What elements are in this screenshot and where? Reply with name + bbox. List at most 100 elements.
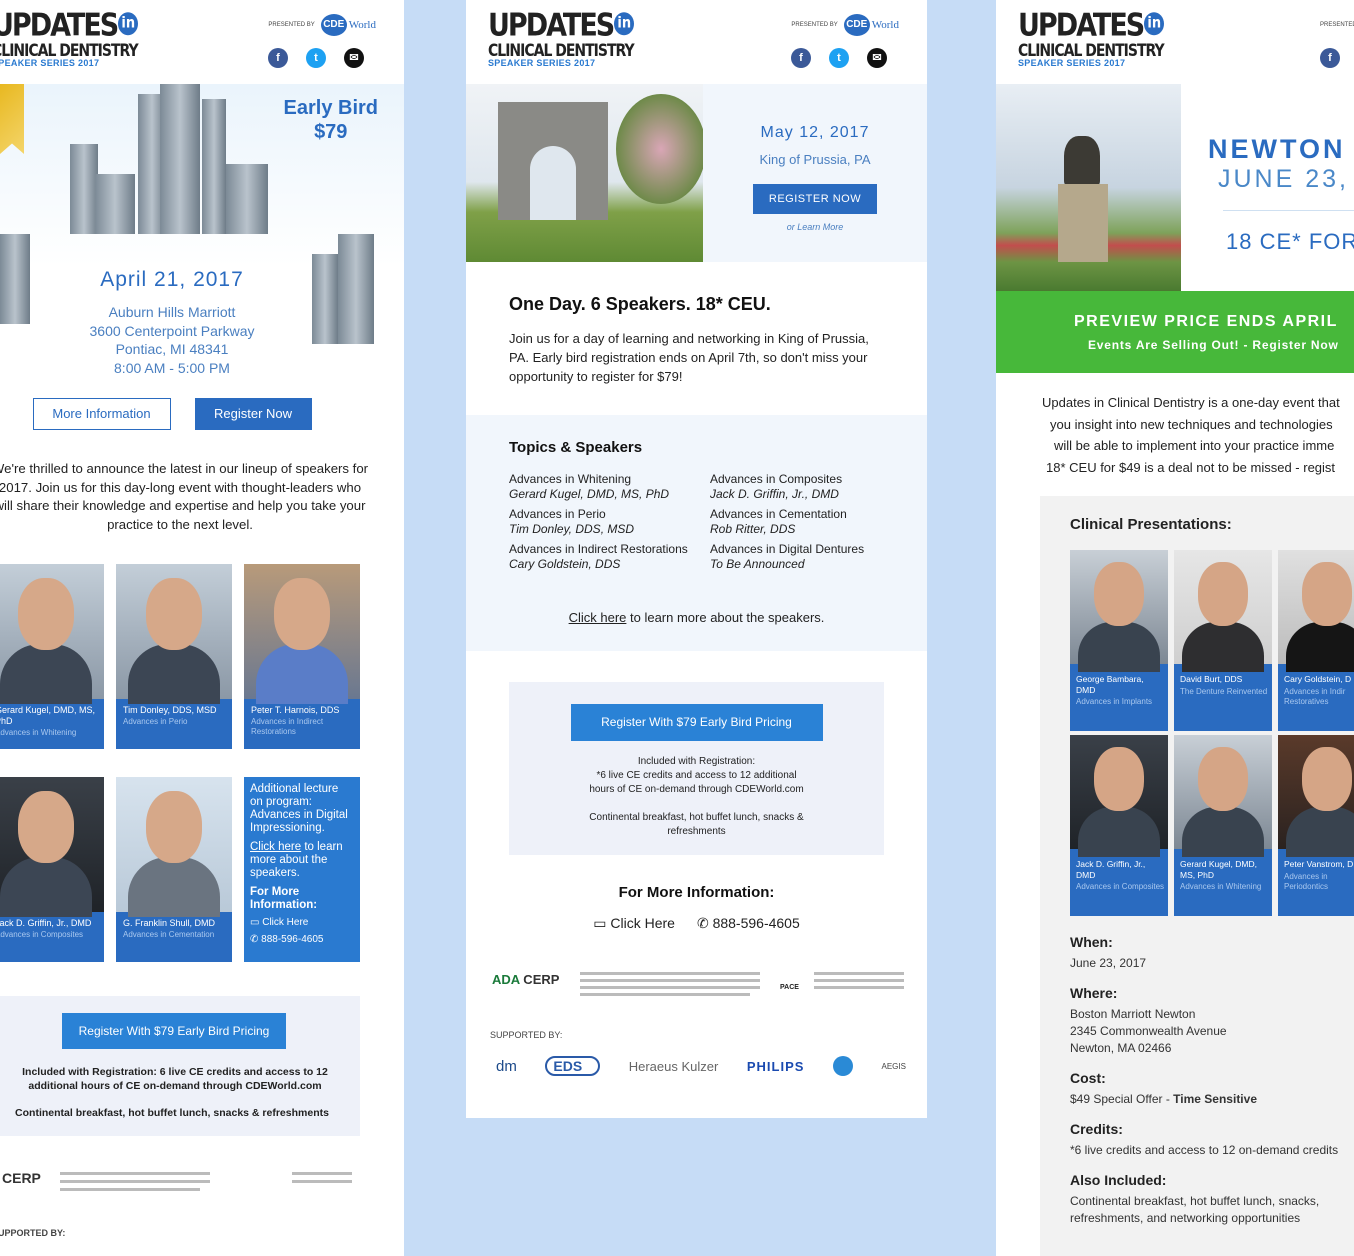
topic-item: Advances in Composites Jack D. Griffin, J… [710, 472, 890, 502]
cost-value: $49 Special Offer - [1070, 1092, 1174, 1106]
fine-print [60, 1180, 210, 1183]
address-line: 3600 Centerpoint Parkway [89, 322, 255, 339]
fine-print [580, 986, 760, 989]
suit [1078, 622, 1160, 672]
logo-subtitle: CLINICAL DENTISTRY [1018, 41, 1165, 61]
logo-in-badge: in [1144, 12, 1165, 36]
intro-text: We're thrilled to announce the latest in… [0, 461, 369, 532]
facebook-icon[interactable]: f [268, 48, 288, 68]
clinical-presentations: Clinical Presentations: George Bambara, … [1040, 496, 1354, 1256]
phone-row[interactable]: ✆ 888-596-4605 [250, 933, 354, 946]
presented-by-label: PRESENTED BY [1320, 22, 1354, 28]
speaker-topic: Advances in Composites [0, 930, 84, 939]
suit [1078, 807, 1160, 857]
speaker-card[interactable]: Gerard Kugel, DMD, MS, PhD Advances in Wh… [1174, 735, 1272, 916]
speaker-card[interactable]: Gerard Kugel, DMD, MS, PhD Advances in Wh… [0, 564, 104, 749]
ada-text: ADA [492, 972, 520, 987]
email-icon[interactable]: ✉ [344, 48, 364, 68]
speaker-card[interactable]: G. Franklin Shull, DMD Advances in Cement… [116, 777, 232, 962]
click-here-link[interactable]: Click here [569, 610, 627, 625]
speakers-link-line: Click here to learn more about the speak… [509, 610, 884, 625]
speaker-photo [1278, 550, 1354, 672]
topic-name: Advances in Perio [509, 507, 606, 521]
breakfast-line: Continental breakfast, hot buffet lunch,… [589, 812, 804, 823]
email-header: UPDATES in CLINICAL DENTISTRY SPEAKER SER… [466, 0, 927, 84]
where-block: Where: Boston Marriott Newton 2345 Commonw… [1070, 985, 1227, 1057]
facebook-icon[interactable]: f [1320, 48, 1340, 68]
sponsor-logos: dm EDS Heraeus Kulzer PHILIPS AEGIS [496, 1056, 906, 1076]
speaker-card[interactable]: Jack D. Griffin, Jr., DMD Advances in Com… [0, 777, 104, 962]
monitor-icon: ▭ [250, 917, 260, 928]
register-early-bird-button[interactable]: Register With $79 Early Bird Pricing [62, 1013, 286, 1049]
presented-by: PRESENTED BY CDE World [268, 14, 376, 36]
head [1302, 747, 1352, 811]
speaker-photo [0, 777, 104, 917]
email-icon[interactable]: ✉ [867, 48, 887, 68]
register-now-button[interactable]: Register Now [194, 398, 312, 430]
accreditation-footer: ADA CERP PACE [492, 966, 904, 1010]
speaker-card[interactable]: Cary Goldstein, D Advances in Indir Resto… [1278, 550, 1354, 731]
topic-speaker: Jack D. Griffin, Jr., DMD [710, 487, 839, 501]
speaker-name: George Bambara, DMD [1076, 674, 1144, 695]
speaker-card[interactable]: Jack D. Griffin, Jr., DMD Advances in Com… [1070, 735, 1168, 916]
early-bird-price: Early Bird $79 [284, 96, 378, 144]
more-info-label: For More Information: [250, 886, 318, 911]
suit [1286, 807, 1354, 857]
cta-row: More Information Register Now [0, 398, 374, 430]
fine-print [814, 979, 904, 982]
circle-logo [832, 1056, 853, 1076]
fine-print [60, 1172, 210, 1175]
statue [1064, 136, 1100, 186]
ada-cerp-logo: ADA CERP [492, 972, 559, 987]
topic-name: Advances in Cementation [710, 507, 847, 521]
speaker-card[interactable]: David Burt, DDS The Denture Reinvented [1174, 550, 1272, 731]
register-early-bird-button[interactable]: Register With $79 Early Bird Pricing [570, 704, 823, 741]
more-information-button[interactable]: More Information [32, 398, 171, 430]
event-date: May 12, 2017 [760, 124, 870, 141]
click-here-row[interactable]: ▭ Click Here [250, 916, 354, 929]
speaker-card[interactable]: Peter Vanstrom, D Advances in Periodontic… [1278, 735, 1354, 916]
speaker-name: Tim Donley, DDS, MSD [123, 705, 217, 715]
where-line: Boston Marriott Newton [1070, 1007, 1196, 1021]
speaker-caption: Jack D. Griffin, Jr., DMD Advances in Com… [0, 918, 100, 940]
speaker-card[interactable]: George Bambara, DMD Advances in Implants [1070, 550, 1168, 731]
included-line: Included with Registration: [637, 756, 756, 767]
intro-section: One Day. 6 Speakers. 18* CEU. Join us fo… [466, 262, 927, 415]
click-here-contact[interactable]: ▭ Click Here [593, 915, 675, 932]
cde-world-text: World [871, 19, 899, 31]
twitter-icon[interactable]: t [306, 48, 326, 68]
speaker-name: Gerard Kugel, DMD, MS, PhD [1180, 859, 1257, 880]
cde-world-text: World [348, 19, 376, 31]
speaker-card[interactable]: Tim Donley, DDS, MSD Advances in Perio [116, 564, 232, 749]
click-here-link[interactable]: Click here [250, 841, 301, 853]
speaker-topic: Advances in Cementation [123, 930, 215, 939]
email-header: UPDATES in CLINICAL DENTISTRY SPEAKER SER… [0, 0, 404, 84]
speaker-name: Jack D. Griffin, Jr., DMD [1076, 859, 1146, 880]
speaker-caption: Jack D. Griffin, Jr., DMD Advances in Com… [1076, 859, 1165, 892]
speaker-card[interactable]: Peter T. Harnois, DDS Advances in Indirec… [244, 564, 360, 749]
logo-title: UPDATES [0, 7, 119, 44]
divider [1223, 210, 1354, 211]
register-now-button[interactable]: REGISTER NOW [753, 184, 877, 214]
topic-name: Advances in Composites [710, 472, 843, 486]
twitter-icon[interactable]: t [829, 48, 849, 68]
speaker-caption: Gerard Kugel, DMD, MS, PhD Advances in Wh… [0, 705, 100, 738]
cde-mark: CDE [843, 14, 870, 36]
facebook-icon[interactable]: f [791, 48, 811, 68]
cde-world-logo: CDE World [320, 14, 376, 36]
phone-icon: ✆ [250, 934, 259, 945]
phone-contact[interactable]: ✆ 888-596-4605 [697, 915, 800, 932]
speaker-topic: Advances in Whitening [0, 728, 77, 737]
fine-print [580, 993, 750, 996]
email-panel-king-of-prussia: UPDATES in CLINICAL DENTISTRY SPEAKER SER… [466, 0, 927, 1118]
fine-print [814, 986, 904, 989]
logo-subtitle: CLINICAL DENTISTRY [0, 41, 139, 61]
speaker-caption: David Burt, DDS The Denture Reinvented [1180, 674, 1269, 697]
head [146, 791, 202, 863]
monitor-icon: ▭ [593, 915, 607, 931]
headline: One Day. 6 Speakers. 18* CEU. [509, 294, 771, 314]
learn-more-link[interactable]: or Learn More [703, 222, 927, 232]
speaker-topic: Advances in Indir Restoratives [1284, 686, 1346, 706]
head [1094, 747, 1144, 811]
when-block: When: June 23, 2017 [1070, 934, 1146, 972]
